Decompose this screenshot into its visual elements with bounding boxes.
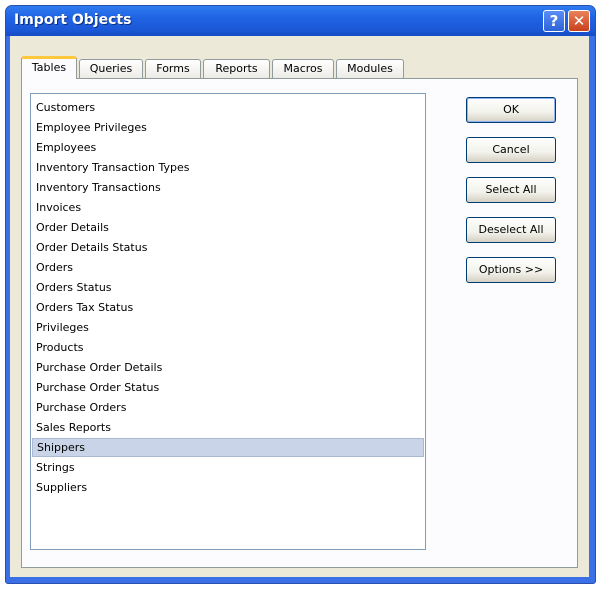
options-button[interactable]: Options >> xyxy=(466,257,556,283)
list-item[interactable]: Employees xyxy=(32,138,424,157)
list-item[interactable]: Orders Tax Status xyxy=(32,298,424,317)
tab-macros[interactable]: Macros xyxy=(272,59,334,78)
list-item-selected[interactable]: Shippers xyxy=(32,438,424,457)
list-item[interactable]: Invoices xyxy=(32,198,424,217)
help-icon[interactable]: ? xyxy=(543,10,565,32)
list-item[interactable]: Purchase Order Status xyxy=(32,378,424,397)
dialog-body: Tables Queries Forms Reports Macros Modu… xyxy=(10,36,589,577)
cancel-button[interactable]: Cancel xyxy=(466,137,556,163)
ok-button[interactable]: OK xyxy=(466,97,556,123)
tab-tables[interactable]: Tables xyxy=(21,56,77,79)
deselect-all-button[interactable]: Deselect All xyxy=(466,217,556,243)
tab-modules[interactable]: Modules xyxy=(336,59,404,78)
tab-queries[interactable]: Queries xyxy=(79,59,143,78)
list-item[interactable]: Products xyxy=(32,338,424,357)
tab-forms[interactable]: Forms xyxy=(145,59,201,78)
list-item[interactable]: Sales Reports xyxy=(32,418,424,437)
close-icon[interactable]: ✕ xyxy=(568,10,590,32)
dialog-title: Import Objects xyxy=(14,12,132,28)
tab-reports[interactable]: Reports xyxy=(203,59,270,78)
list-item[interactable]: Customers xyxy=(32,98,424,117)
list-item[interactable]: Order Details xyxy=(32,218,424,237)
list-item[interactable]: Orders xyxy=(32,258,424,277)
list-item[interactable]: Purchase Order Details xyxy=(32,358,424,377)
list-item[interactable]: Suppliers xyxy=(32,478,424,497)
title-bar[interactable]: Import Objects ? ✕ xyxy=(6,6,595,36)
tab-panel-tables: Customers Employee Privileges Employees … xyxy=(21,78,578,568)
list-item[interactable]: Inventory Transaction Types xyxy=(32,158,424,177)
list-item[interactable]: Privileges xyxy=(32,318,424,337)
select-all-button[interactable]: Select All xyxy=(466,177,556,203)
list-item[interactable]: Order Details Status xyxy=(32,238,424,257)
list-item[interactable]: Inventory Transactions xyxy=(32,178,424,197)
list-item[interactable]: Purchase Orders xyxy=(32,398,424,417)
list-item[interactable]: Strings xyxy=(32,458,424,477)
import-objects-dialog: Import Objects ? ✕ Tables Queries Forms … xyxy=(5,5,596,584)
list-item[interactable]: Orders Status xyxy=(32,278,424,297)
tables-listbox[interactable]: Customers Employee Privileges Employees … xyxy=(30,93,426,550)
list-item[interactable]: Employee Privileges xyxy=(32,118,424,137)
